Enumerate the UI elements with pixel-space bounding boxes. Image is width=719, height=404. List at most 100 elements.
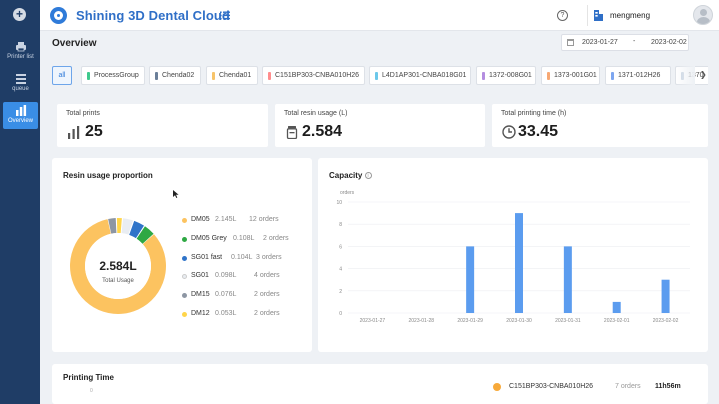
date-range-picker[interactable]: 2023-01-27 - 2023-02-02 [561, 34, 689, 51]
legend-dot [182, 274, 187, 279]
printer-filter-bar: all ProcessGroup Chenda02 Chenda01 C151B… [52, 66, 708, 86]
y-tick-label: 4 [339, 267, 342, 273]
menu-list-icon[interactable] [220, 11, 230, 20]
add-icon[interactable]: + [13, 8, 26, 21]
avatar[interactable] [693, 5, 713, 25]
filter-chip[interactable]: C151BP303-CNBA010H26 [262, 66, 365, 85]
filter-chip-label: L4D1AP301-CNBA018G01 [382, 72, 467, 79]
resin-legend-row[interactable]: DM15 0.076L 2 orders [182, 291, 302, 301]
filter-chip[interactable]: Chenda01 [206, 66, 258, 85]
color-swatch [155, 72, 158, 80]
date-start: 2023-01-27 [582, 39, 618, 46]
nav-item-label: queue [12, 86, 29, 92]
legend-volume: 2.145L [215, 216, 237, 223]
stat-card-printing-time: Total printing time (h) 33.45 [492, 104, 708, 147]
date-end: 2023-02-02 [651, 39, 687, 46]
legend-orders: 2 orders [254, 291, 280, 298]
legend-volume: 0.098L [215, 272, 237, 279]
chevron-right-icon[interactable]: ❯ [700, 70, 707, 79]
color-swatch [212, 72, 215, 80]
printer-icon [15, 42, 26, 52]
filter-chip-label: Chenda02 [162, 72, 195, 79]
nav-item-label: Overview [7, 118, 33, 124]
legend-orders: 2 orders [263, 235, 289, 242]
resin-legend-row[interactable]: DM05 Grey 0.108L 2 orders [182, 235, 302, 245]
color-swatch [375, 72, 378, 80]
printer-time: 11h56m [655, 383, 681, 390]
capacity-bar[interactable] [661, 279, 670, 313]
x-tick-label: 2023-01-29 [457, 318, 483, 324]
capacity-bar[interactable] [466, 246, 475, 313]
legend-name: DM05 [191, 216, 210, 223]
color-swatch [547, 72, 550, 80]
axis-label: 0 [90, 388, 93, 394]
capacity-bar[interactable] [563, 246, 572, 313]
donut-slice-dm12[interactable] [116, 218, 122, 234]
legend-orders: 3 orders [256, 254, 282, 261]
help-icon[interactable]: ? [557, 10, 568, 21]
filter-chip[interactable]: L4D1AP301-CNBA018G01 [369, 66, 471, 85]
resin-legend-row[interactable]: DM05 2.145L 12 orders [182, 216, 302, 226]
resin-legend-row[interactable]: SG01 0.098L 4 orders [182, 272, 302, 282]
legend-name: DM15 [191, 291, 210, 298]
legend-name: SG01 [191, 272, 209, 279]
resin-bottle-icon [286, 126, 298, 139]
legend-volume: 0.053L [215, 310, 237, 317]
top-header: Shining 3D Dental Cloud ? mengmeng ▼ [40, 0, 719, 31]
stat-value: 33.45 [518, 123, 559, 140]
stat-label: Total printing time (h) [501, 110, 567, 117]
filter-chip-all[interactable]: all [52, 66, 72, 85]
y-tick-label: 10 [336, 200, 342, 206]
filter-chip-label: ProcessGroup [94, 72, 139, 79]
filter-chip[interactable]: 1371-012H26 [605, 66, 671, 85]
x-tick-label: 2023-02-01 [604, 318, 630, 324]
legend-dot [493, 383, 501, 391]
panel-title: Resin usage proportion [63, 171, 153, 180]
y-tick-label: 2 [339, 289, 342, 295]
filter-chip[interactable]: 1372-008G01 [476, 66, 536, 85]
user-name: mengmeng [610, 11, 651, 20]
queue-icon [15, 74, 26, 84]
filter-chip[interactable]: ProcessGroup [81, 66, 145, 85]
filter-chip-label: Chenda01 [219, 72, 252, 79]
legend-orders: 4 orders [254, 272, 280, 279]
capacity-panel: Capacity i orders 0 2 4 6 8 10 2023-01-27 2023-0… [318, 158, 708, 352]
x-tick-label: 2023-01-31 [555, 318, 581, 324]
filter-chip[interactable]: 1373-001G01 [541, 66, 600, 85]
printer-name: C151BP303-CNBA010H26 [509, 383, 594, 390]
donut-center-value: 2.584L [99, 259, 137, 273]
chart-icon [15, 105, 26, 116]
legend-dot [182, 237, 187, 242]
capacity-bar[interactable] [612, 301, 621, 313]
nav-item-queue[interactable]: queue [3, 70, 38, 97]
x-tick-label: 2023-01-27 [360, 318, 386, 324]
filter-chip-label: 1373-001G01 [554, 72, 597, 79]
nav-item-overview[interactable]: Overview [3, 102, 38, 129]
legend-dot [182, 312, 187, 317]
capacity-bar[interactable] [515, 213, 523, 313]
y-tick-label: 0 [339, 311, 342, 317]
color-swatch [611, 72, 614, 80]
legend-orders: 2 orders [254, 310, 280, 317]
legend-dot [182, 256, 187, 261]
resin-legend-row[interactable]: DM12 0.053L 2 orders [182, 310, 302, 320]
y-axis-label: orders [340, 190, 355, 196]
donut-center-label: Total Usage [102, 278, 134, 284]
filter-chip-label: 1371-012H26 [618, 72, 661, 79]
legend-name: DM05 Grey [191, 235, 227, 242]
clock-icon [502, 125, 516, 139]
app-title: Shining 3D Dental Cloud [76, 8, 230, 23]
legend-name: SG01 fast [191, 254, 223, 261]
x-tick-label: 2023-01-30 [506, 318, 532, 324]
printing-time-item[interactable]: C151BP303-CNBA010H26 7 orders 11h56m [493, 381, 693, 393]
filter-chip[interactable]: Chenda02 [149, 66, 201, 85]
capacity-bar-chart: orders 0 2 4 6 8 10 2023-01-27 2023-01-28 2023-01… [336, 190, 690, 324]
nav-item-printer-list[interactable]: Printer list [3, 38, 38, 65]
filter-chip-label: 1372-008G01 [489, 72, 532, 79]
filter-chip-label: all [58, 72, 66, 79]
chips-fade [675, 66, 695, 86]
panel-title: Printing Time [63, 373, 114, 382]
stat-value: 25 [85, 123, 103, 140]
mouse-cursor-icon [173, 190, 179, 198]
resin-legend-row[interactable]: SG01 fast 0.104L 3 orders [182, 254, 302, 264]
